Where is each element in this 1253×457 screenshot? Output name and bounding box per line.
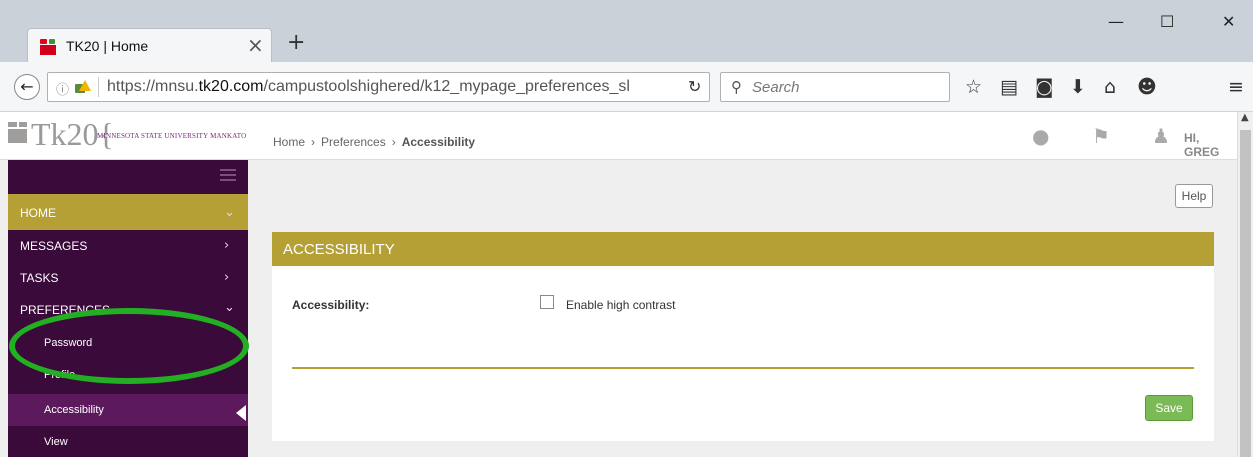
sidebar-item-label: View	[44, 436, 68, 448]
sidebar-item-home[interactable]: HOME ⌄	[8, 194, 248, 230]
reload-icon[interactable]: ↻	[688, 77, 701, 96]
save-button[interactable]: Save	[1145, 395, 1193, 421]
chevron-right-icon: ›	[224, 238, 230, 253]
site-header: Tk20{ MINNESOTA STATE UNIVERSITY MANKATO…	[0, 112, 1237, 160]
breadcrumb: Home › Preferences › Accessibility	[273, 135, 476, 149]
hamburger-icon[interactable]	[220, 169, 236, 181]
university-name: MINNESOTA STATE UNIVERSITY MANKATO	[97, 132, 247, 140]
sidebar-subitem-accessibility[interactable]: Accessibility	[8, 394, 248, 426]
url-separator	[98, 77, 99, 97]
high-contrast-label[interactable]: Enable high contrast	[566, 298, 675, 312]
tab-title: TK20 | Home	[66, 38, 149, 54]
menu-icon[interactable]: ≡	[1228, 77, 1244, 97]
user-icon[interactable]: ♟	[1152, 124, 1170, 148]
scrollbar[interactable]: ▲	[1237, 112, 1253, 457]
sidebar-item-label: Accessibility	[44, 404, 104, 416]
section-divider	[292, 367, 1194, 369]
active-item-pointer	[236, 405, 246, 421]
breadcrumb-current: Accessibility	[401, 135, 476, 149]
breadcrumb-preferences[interactable]: Preferences	[321, 135, 386, 149]
chat-emoji-icon[interactable]: ☻	[1137, 77, 1157, 97]
scroll-thumb[interactable]	[1240, 130, 1251, 457]
page: Tk20{ MINNESOTA STATE UNIVERSITY MANKATO…	[0, 112, 1253, 457]
flag-icon[interactable]: ⚑	[1092, 124, 1110, 148]
sidebar-item-messages[interactable]: MESSAGES ›	[8, 230, 248, 262]
sidebar-item-label: TASKS	[20, 271, 59, 285]
tab-close-icon[interactable]: ×	[247, 33, 264, 57]
accessibility-panel: ACCESSIBILITY Accessibility: Enable high…	[272, 232, 1214, 441]
search-bar[interactable]: ⚲ Search	[720, 72, 950, 102]
accessibility-label: Accessibility:	[292, 298, 370, 312]
green-highlight-ring	[9, 308, 249, 384]
insecure-lock-icon[interactable]	[72, 79, 91, 93]
panel-title: ACCESSIBILITY	[283, 241, 395, 258]
chevron-down-icon: ⌄	[224, 300, 235, 315]
help-button[interactable]: Help	[1175, 184, 1213, 208]
home-icon[interactable]: ⌂	[1104, 77, 1116, 97]
search-icon: ⚲	[731, 78, 742, 96]
download-icon[interactable]: ⬇	[1070, 77, 1086, 97]
sidebar-item-label: HOME	[20, 206, 56, 220]
browser-tab[interactable]: TK20 | Home ×	[27, 28, 272, 64]
bookmark-star-icon[interactable]: ☆	[965, 77, 982, 97]
user-greeting[interactable]: HI, GREG	[1184, 131, 1237, 159]
browser-navbar: ← ⓘ https://mnsu.tk20.com/campustoolshig…	[0, 62, 1253, 112]
panel-header: ACCESSIBILITY	[272, 232, 1214, 266]
info-icon[interactable]: ⓘ	[56, 79, 69, 98]
new-tab-button[interactable]: +	[287, 30, 305, 55]
reader-list-icon[interactable]: ▤	[1000, 77, 1018, 97]
sidebar-item-label: MESSAGES	[20, 239, 88, 253]
back-arrow-icon[interactable]: ←	[14, 74, 40, 100]
close-window-button[interactable]: ✕	[1222, 12, 1235, 31]
high-contrast-checkbox[interactable]	[540, 295, 554, 309]
chat-bubble-icon[interactable]: ●	[1032, 124, 1049, 148]
sidebar-item-tasks[interactable]: TASKS ›	[8, 262, 248, 294]
url-bar[interactable]: ⓘ https://mnsu.tk20.com/campustoolshighe…	[47, 72, 710, 102]
minimize-button[interactable]: —	[1108, 12, 1124, 31]
scroll-up-icon[interactable]: ▲	[1241, 112, 1249, 123]
url-text[interactable]: https://mnsu.tk20.com/campustoolshighere…	[107, 78, 630, 96]
pocket-icon[interactable]: ◙	[1035, 77, 1053, 97]
chevron-down-icon: ⌄	[224, 205, 235, 220]
browser-titlebar: TK20 | Home × + — ☐ ✕	[0, 0, 1253, 64]
search-placeholder: Search	[752, 79, 800, 96]
chevron-right-icon: ›	[224, 270, 230, 285]
tk20-favicon-icon	[40, 39, 58, 55]
sidebar-subitem-view[interactable]: View	[8, 426, 248, 457]
tk20-logo-icon	[8, 122, 28, 144]
maximize-button[interactable]: ☐	[1160, 12, 1174, 31]
breadcrumb-home[interactable]: Home	[273, 135, 305, 149]
